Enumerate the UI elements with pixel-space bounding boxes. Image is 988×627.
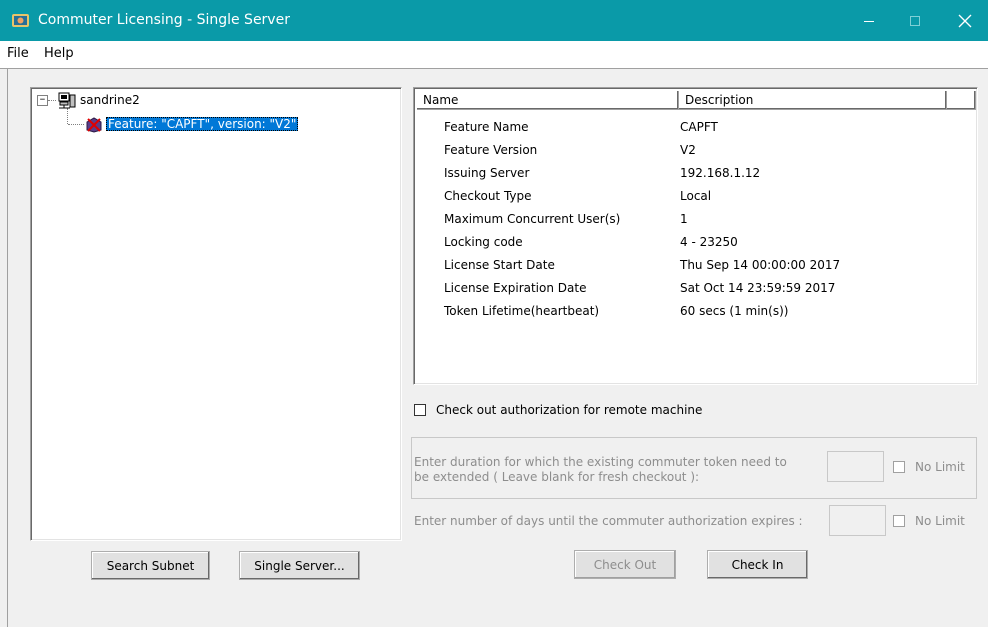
tree-line	[48, 100, 56, 101]
feature-details-list[interactable]: Name Description Feature Name CAPFT Featur…	[413, 87, 978, 385]
remote-machine-checkbox[interactable]	[414, 404, 426, 416]
menu-help[interactable]: Help	[44, 46, 74, 61]
list-item[interactable]: Locking code 4 - 23250	[444, 231, 738, 254]
tree-node-feature[interactable]: Feature: "CAPFT", version: "V2"	[85, 115, 299, 133]
column-header-filler	[947, 91, 976, 110]
list-item[interactable]: Token Lifetime(heartbeat) 60 secs (1 min(…	[444, 300, 788, 323]
list-item-value: 1	[680, 212, 688, 226]
tree-node-server-label: sandrine2	[80, 93, 140, 107]
tree-node-server[interactable]: sandrine2	[58, 91, 140, 109]
extend-no-limit-checkbox[interactable]	[893, 461, 905, 473]
list-item-value: Sat Oct 14 23:59:59 2017	[680, 281, 836, 295]
check-out-button[interactable]: Check Out	[574, 550, 676, 579]
list-item-value: Thu Sep 14 00:00:00 2017	[680, 258, 841, 272]
server-computer-icon	[58, 92, 76, 108]
list-item[interactable]: Feature Name CAPFT	[444, 116, 718, 139]
list-item-name: License Expiration Date	[444, 281, 587, 295]
search-subnet-button[interactable]: Search Subnet	[91, 551, 210, 580]
list-item-value: Local	[680, 189, 712, 203]
list-item-value: CAPFT	[680, 120, 718, 134]
maximize-icon	[910, 15, 920, 26]
tree-line	[67, 108, 68, 124]
list-item-name: Issuing Server	[444, 166, 530, 180]
list-item-name: Feature Name	[444, 120, 529, 134]
collapse-toggle[interactable]: −	[37, 95, 48, 106]
expiry-days-input[interactable]	[829, 505, 886, 536]
list-item[interactable]: Feature Version V2	[444, 139, 696, 162]
client-border-left	[7, 69, 8, 627]
maximize-button[interactable]	[892, 0, 938, 41]
feature-license-icon	[86, 116, 102, 133]
list-item-value: 192.168.1.12	[680, 166, 761, 180]
extend-duration-input[interactable]	[827, 451, 884, 482]
list-header: Name Description	[417, 91, 976, 110]
list-item-name: License Start Date	[444, 258, 555, 272]
expiry-no-limit-label: No Limit	[915, 514, 965, 528]
check-in-button[interactable]: Check In	[707, 550, 808, 579]
list-item-name: Feature Version	[444, 143, 538, 157]
list-item-name: Token Lifetime(heartbeat)	[444, 304, 600, 318]
list-item-value: 60 secs (1 min(s))	[680, 304, 789, 318]
server-tree[interactable]: − sandrine2 Feature: "CAPFT", version: "…	[30, 87, 402, 541]
remote-machine-label: Check out authorization for remote machi…	[436, 403, 703, 417]
window-title: Commuter Licensing - Single Server	[38, 12, 290, 28]
client-border-top	[0, 68, 988, 69]
list-item[interactable]: License Expiration Date Sat Oct 14 23:59:…	[444, 277, 835, 300]
list-item[interactable]: Issuing Server 192.168.1.12	[444, 162, 760, 185]
list-item[interactable]: Checkout Type Local	[444, 185, 711, 208]
list-item[interactable]: Maximum Concurrent User(s) 1	[444, 208, 688, 231]
title-bar[interactable]: Commuter Licensing - Single Server	[0, 0, 988, 41]
tree-line	[68, 124, 84, 125]
list-item-name: Locking code	[444, 235, 523, 249]
menu-file[interactable]: File	[7, 46, 29, 61]
list-item-name: Checkout Type	[444, 189, 532, 203]
expiry-days-label: Enter number of days until the commuter …	[414, 514, 803, 528]
list-item[interactable]: License Start Date Thu Sep 14 00:00:00 20…	[444, 254, 840, 277]
expiry-no-limit-checkbox[interactable]	[893, 515, 905, 527]
minimize-button[interactable]	[846, 0, 892, 41]
extend-duration-label-line2: be extended ( Leave blank for fresh chec…	[414, 470, 700, 484]
tree-node-feature-label: Feature: "CAPFT", version: "V2"	[106, 117, 299, 131]
extend-duration-label-line1: Enter duration for which the existing co…	[414, 455, 787, 469]
column-header-name[interactable]: Name	[417, 91, 679, 110]
menu-bar: File Help	[0, 41, 988, 68]
column-header-description[interactable]: Description	[679, 91, 947, 110]
extend-no-limit-label: No Limit	[915, 460, 965, 474]
close-icon	[958, 14, 972, 27]
single-server-button[interactable]: Single Server...	[239, 551, 360, 580]
list-item-value: 4 - 23250	[680, 235, 738, 249]
list-item-value: V2	[680, 143, 696, 157]
minimize-icon	[864, 20, 874, 22]
close-button[interactable]	[942, 0, 988, 41]
app-icon	[12, 14, 29, 27]
list-item-name: Maximum Concurrent User(s)	[444, 212, 621, 226]
